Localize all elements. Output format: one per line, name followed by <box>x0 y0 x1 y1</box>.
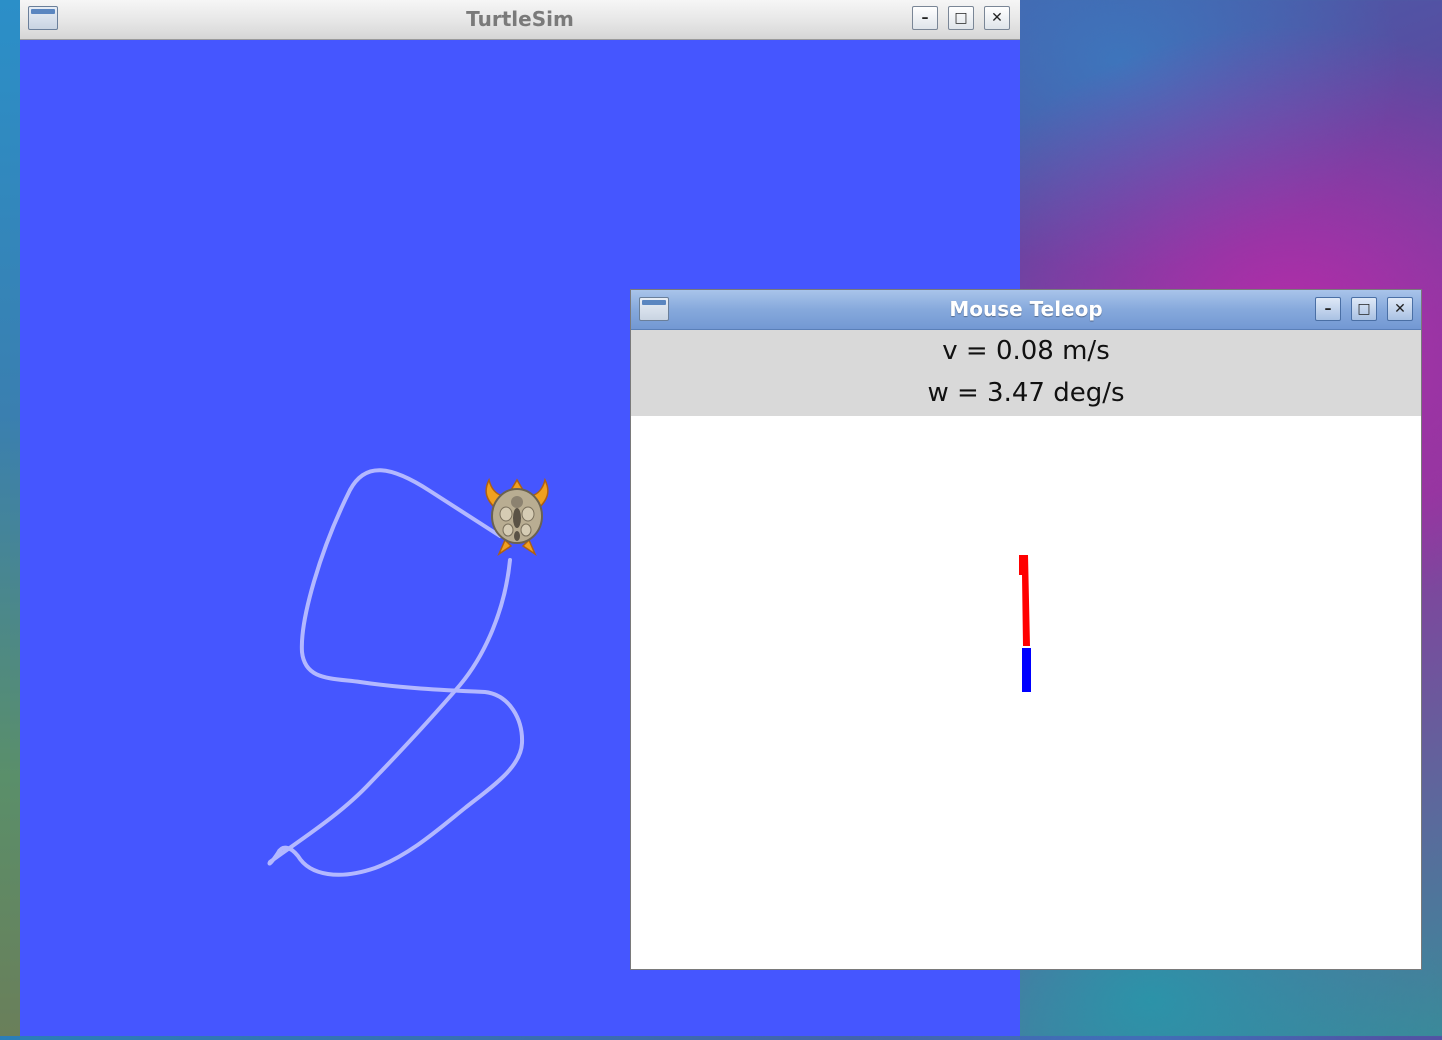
maximize-button[interactable]: □ <box>948 6 974 30</box>
minimize-button[interactable]: – <box>912 6 938 30</box>
pen-trail <box>267 468 525 877</box>
desktop-background <box>0 0 20 1036</box>
linear-velocity-label: v = 0.08 m/s <box>942 336 1110 366</box>
linear-velocity-indicator <box>1019 555 1030 646</box>
teleop-indicators <box>1019 555 1031 692</box>
turtle-icon <box>485 477 549 557</box>
velocity-readout-panel: v = 0.08 m/s w = 3.47 deg/s <box>631 330 1421 416</box>
close-button[interactable]: ✕ <box>984 6 1010 30</box>
mouse-teleop-titlebar[interactable]: Mouse Teleop – □ ✕ <box>631 290 1421 330</box>
window-title: TurtleSim <box>466 7 574 31</box>
close-button[interactable]: ✕ <box>1387 297 1413 321</box>
maximize-button[interactable]: □ <box>1351 297 1377 321</box>
mouse-teleop-window: Mouse Teleop – □ ✕ v = 0.08 m/s w = 3.47… <box>630 289 1422 970</box>
angular-velocity-indicator <box>1022 648 1031 692</box>
angular-velocity-label: w = 3.47 deg/s <box>927 378 1125 408</box>
teleop-drag-canvas[interactable] <box>631 416 1421 969</box>
turtlesim-titlebar[interactable]: TurtleSim – □ ✕ <box>20 0 1020 40</box>
window-title: Mouse Teleop <box>949 297 1103 321</box>
minimize-button[interactable]: – <box>1315 297 1341 321</box>
